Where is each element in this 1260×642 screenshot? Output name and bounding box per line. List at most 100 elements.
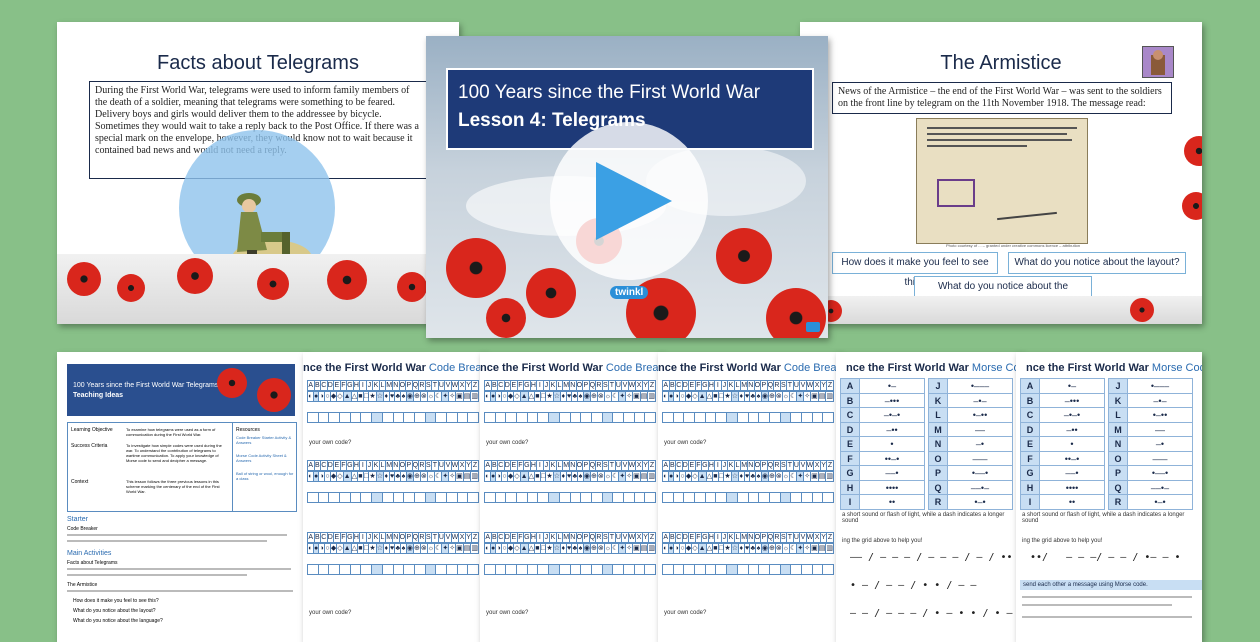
answer-cell[interactable] <box>727 492 738 503</box>
answer-cell[interactable] <box>414 412 426 423</box>
answer-cell[interactable] <box>812 412 824 423</box>
doc-morse-code-2[interactable]: nce the First World War Morse Code A•–J•… <box>1016 352 1202 642</box>
answer-cell[interactable] <box>634 492 646 503</box>
answer-cell[interactable] <box>748 492 760 503</box>
answer-cell[interactable] <box>695 492 706 503</box>
answer-cell[interactable] <box>780 412 792 423</box>
answer-cell[interactable] <box>559 412 571 423</box>
answer-cell[interactable] <box>307 492 319 503</box>
answer-cell[interactable] <box>695 564 706 575</box>
answer-cell[interactable] <box>613 492 624 503</box>
answer-cell[interactable] <box>769 492 781 503</box>
answer-row[interactable] <box>307 564 479 575</box>
doc-code-breaker-3[interactable]: nce the First World War Code Breaker ABC… <box>658 352 840 642</box>
answer-cell[interactable] <box>495 564 507 575</box>
answer-cell[interactable] <box>737 564 749 575</box>
answer-row[interactable] <box>484 564 656 575</box>
answer-cell[interactable] <box>414 492 426 503</box>
answer-cell[interactable] <box>382 412 394 423</box>
answer-cell[interactable] <box>361 564 373 575</box>
answer-cell[interactable] <box>645 492 656 503</box>
answer-cell[interactable] <box>662 412 674 423</box>
answer-cell[interactable] <box>645 564 656 575</box>
answer-cell[interactable] <box>495 412 507 423</box>
answer-cell[interactable] <box>570 492 582 503</box>
answer-cell[interactable] <box>340 564 351 575</box>
answer-cell[interactable] <box>695 412 706 423</box>
answer-cell[interactable] <box>468 492 479 503</box>
answer-cell[interactable] <box>591 564 603 575</box>
answer-cell[interactable] <box>393 492 405 503</box>
resource-link[interactable]: Morse Code Activity Sheet & Answers <box>236 453 294 463</box>
answer-cell[interactable] <box>727 412 738 423</box>
slide-the-armistice[interactable]: The Armistice News of the Armistice – th… <box>800 22 1202 324</box>
answer-cell[interactable] <box>340 412 351 423</box>
answer-cell[interactable] <box>673 564 685 575</box>
answer-cell[interactable] <box>414 564 426 575</box>
answer-cell[interactable] <box>393 564 405 575</box>
answer-cell[interactable] <box>662 564 674 575</box>
answer-cell[interactable] <box>623 492 635 503</box>
answer-cell[interactable] <box>684 412 696 423</box>
answer-cell[interactable] <box>812 492 824 503</box>
answer-cell[interactable] <box>382 492 394 503</box>
answer-cell[interactable] <box>602 412 614 423</box>
answer-cell[interactable] <box>602 564 614 575</box>
answer-cell[interactable] <box>329 564 341 575</box>
answer-cell[interactable] <box>791 492 802 503</box>
answer-cell[interactable] <box>506 492 518 503</box>
answer-cell[interactable] <box>559 492 571 503</box>
answer-cell[interactable] <box>506 412 518 423</box>
answer-cell[interactable] <box>425 564 437 575</box>
answer-cell[interactable] <box>748 564 760 575</box>
answer-cell[interactable] <box>737 492 749 503</box>
answer-cell[interactable] <box>662 492 674 503</box>
answer-cell[interactable] <box>538 492 550 503</box>
answer-cell[interactable] <box>404 492 415 503</box>
answer-cell[interactable] <box>425 412 437 423</box>
doc-code-breaker-1[interactable]: nce the First World War Code Breaker ABC… <box>303 352 485 642</box>
answer-cell[interactable] <box>591 492 603 503</box>
slide-facts-about-telegrams[interactable]: Facts about Telegrams During the First W… <box>57 22 459 324</box>
answer-row[interactable] <box>662 564 834 575</box>
answer-row[interactable] <box>662 412 834 423</box>
answer-row[interactable] <box>484 412 656 423</box>
answer-cell[interactable] <box>559 564 571 575</box>
answer-cell[interactable] <box>527 492 539 503</box>
answer-cell[interactable] <box>780 492 792 503</box>
answer-cell[interactable] <box>329 412 341 423</box>
answer-cell[interactable] <box>570 412 582 423</box>
answer-cell[interactable] <box>759 492 770 503</box>
answer-cell[interactable] <box>361 412 373 423</box>
answer-cell[interactable] <box>361 492 373 503</box>
answer-cell[interactable] <box>737 412 749 423</box>
answer-cell[interactable] <box>393 412 405 423</box>
answer-cell[interactable] <box>634 564 646 575</box>
answer-cell[interactable] <box>823 412 834 423</box>
answer-cell[interactable] <box>318 412 330 423</box>
answer-cell[interactable] <box>823 492 834 503</box>
answer-cell[interactable] <box>350 564 362 575</box>
answer-cell[interactable] <box>591 412 603 423</box>
answer-cell[interactable] <box>446 412 458 423</box>
answer-cell[interactable] <box>457 492 469 503</box>
answer-cell[interactable] <box>716 564 728 575</box>
answer-cell[interactable] <box>404 564 415 575</box>
answer-cell[interactable] <box>645 412 656 423</box>
answer-cell[interactable] <box>673 492 685 503</box>
answer-cell[interactable] <box>318 492 330 503</box>
answer-cell[interactable] <box>602 492 614 503</box>
answer-cell[interactable] <box>748 412 760 423</box>
answer-cell[interactable] <box>484 492 496 503</box>
answer-cell[interactable] <box>581 412 592 423</box>
answer-cell[interactable] <box>727 564 738 575</box>
play-button[interactable] <box>550 122 708 280</box>
answer-cell[interactable] <box>307 564 319 575</box>
answer-cell[interactable] <box>517 564 528 575</box>
answer-cell[interactable] <box>801 412 813 423</box>
answer-cell[interactable] <box>549 564 560 575</box>
answer-cell[interactable] <box>801 492 813 503</box>
answer-cell[interactable] <box>812 564 824 575</box>
answer-cell[interactable] <box>372 412 383 423</box>
answer-cell[interactable] <box>780 564 792 575</box>
